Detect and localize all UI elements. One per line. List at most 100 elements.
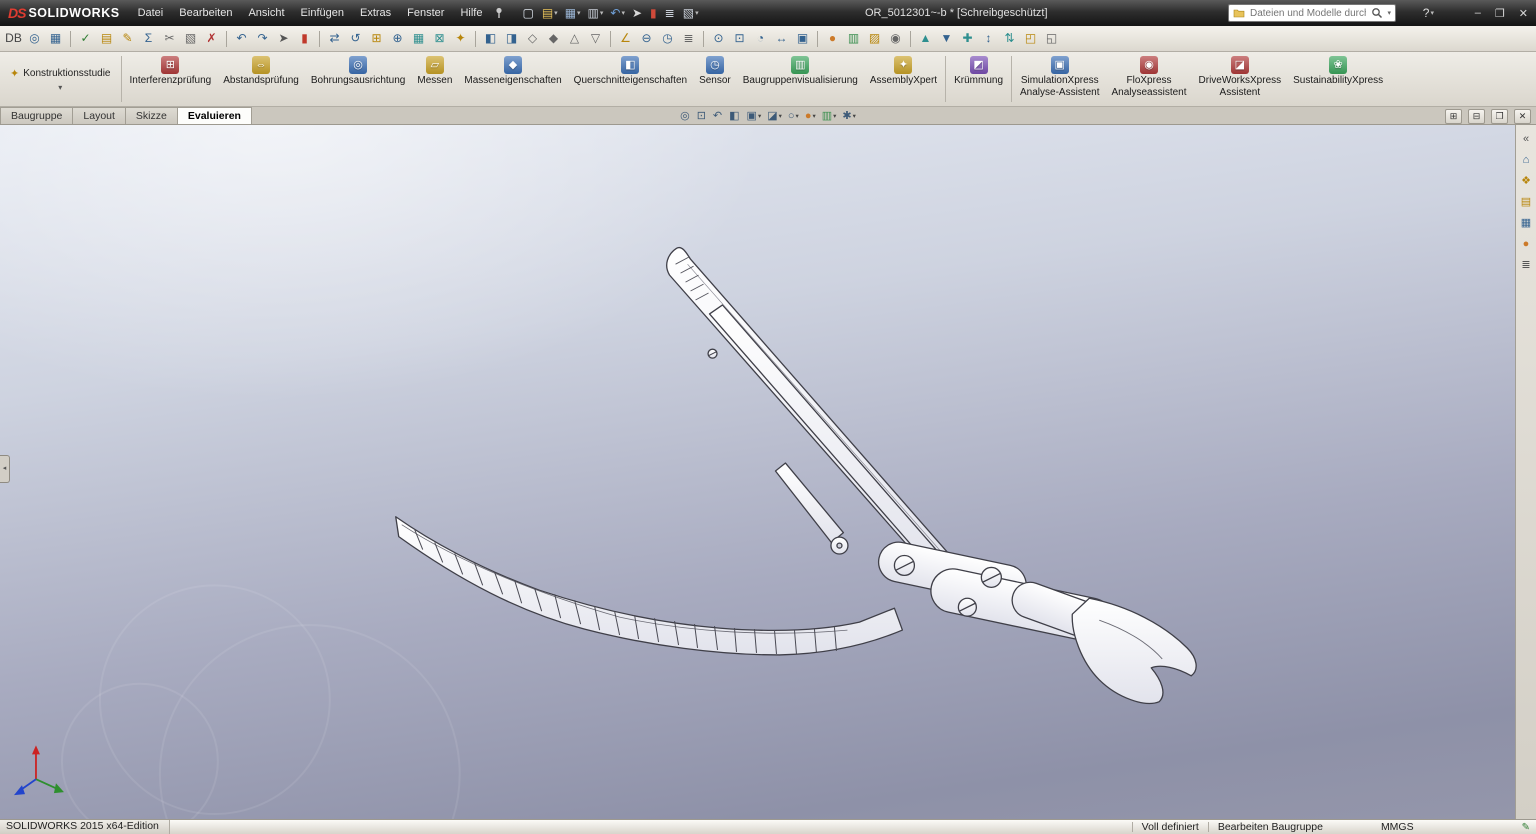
shadows-icon[interactable]: ▽ — [585, 28, 606, 49]
save-all-icon[interactable]: ▦ — [45, 28, 66, 49]
ribbon-sensor[interactable]: ◷ Sensor — [693, 52, 737, 106]
view-palette-icon[interactable]: ▦ — [1518, 215, 1535, 232]
exploded-view-icon[interactable]: ✦ — [450, 28, 471, 49]
tab-skizze[interactable]: Skizze — [126, 107, 178, 124]
design-binder-icon[interactable]: ▤ — [96, 28, 117, 49]
routing-icon[interactable]: ⇅ — [999, 28, 1020, 49]
zoom-icon[interactable]: ◎ — [24, 28, 45, 49]
edit-appearance-icon[interactable]: ●▾ — [805, 110, 816, 122]
tab-layout[interactable]: Layout — [73, 107, 126, 124]
appearances-scenes-icon[interactable]: ● — [1518, 236, 1535, 253]
sensor-icon[interactable]: ◷ — [657, 28, 678, 49]
previous-view-icon[interactable]: ↶ — [713, 109, 723, 122]
standard-views-icon[interactable]: ▣ — [792, 28, 813, 49]
menu-item[interactable]: Ansicht — [240, 0, 292, 26]
pan-icon[interactable]: ↔ — [771, 28, 792, 49]
ribbon-floxpress[interactable]: ◉ FloXpress Analyseassistent — [1105, 52, 1192, 106]
chevron-down-icon[interactable]: ▾ — [58, 83, 62, 92]
select-arrow-icon[interactable]: ➤ — [273, 28, 294, 49]
doc-restore-icon[interactable]: ❐ — [1491, 109, 1508, 124]
apply-scene-icon[interactable]: ▥▾ — [822, 109, 837, 122]
konstruktionsstudie-button[interactable]: ✦ Konstruktionsstudie ▾ — [2, 52, 119, 106]
tab-evaluieren[interactable]: Evaluieren — [178, 107, 252, 124]
options-icon[interactable]: ▧▾ — [681, 3, 701, 23]
search-input[interactable] — [1248, 7, 1368, 20]
undo-icon[interactable]: ↶ — [231, 28, 252, 49]
flow-icon[interactable]: ▼ — [936, 28, 957, 49]
model-3d-view[interactable] — [0, 125, 1515, 819]
front-view-icon[interactable]: ◧ — [480, 28, 501, 49]
file-properties-icon[interactable]: ≣ — [663, 3, 678, 23]
view-settings-icon[interactable]: ✱▾ — [842, 109, 855, 122]
rebuild-icon[interactable]: ▮ — [648, 3, 660, 23]
menu-item[interactable]: Einfügen — [293, 0, 352, 26]
ribbon-simulationxpress[interactable]: ▣ SimulationXpress Analyse-Assistent — [1014, 52, 1105, 106]
rebuild-icon[interactable]: ▮ — [294, 28, 315, 49]
linear-pattern-icon[interactable]: ▦ — [408, 28, 429, 49]
status-units[interactable]: MMGS — [1381, 821, 1414, 833]
smart-fasteners-icon[interactable]: ⊠ — [429, 28, 450, 49]
help-button[interactable]: ? ▾ — [1423, 6, 1434, 20]
ribbon-abstandspruefung[interactable]: ⇔ Abstandsprüfung — [217, 52, 305, 106]
perspective-icon[interactable]: △ — [564, 28, 585, 49]
equations-icon[interactable]: Σ — [138, 28, 159, 49]
ribbon-assemblyxpert[interactable]: ✦ AssemblyXpert — [864, 52, 943, 106]
search-icon[interactable] — [1371, 7, 1383, 19]
panel-collapse-handle[interactable]: ◂ — [0, 455, 10, 483]
weldments-icon[interactable]: ◱ — [1041, 28, 1062, 49]
comment-icon[interactable]: ✎ — [117, 28, 138, 49]
scene-icon[interactable]: ▥ — [843, 28, 864, 49]
menu-item[interactable]: Bearbeiten — [171, 0, 240, 26]
delete-icon[interactable]: ✗ — [201, 28, 222, 49]
rotate-component-icon[interactable]: ↺ — [345, 28, 366, 49]
spellcheck-icon[interactable]: ✓ — [75, 28, 96, 49]
insert-component-icon[interactable]: ⊞ — [366, 28, 387, 49]
statistics-icon[interactable]: ≣ — [678, 28, 699, 49]
undo-icon[interactable]: ↶▾ — [608, 3, 627, 23]
redo-icon[interactable]: ↷ — [252, 28, 273, 49]
design-library-icon[interactable]: ❖ — [1518, 173, 1535, 190]
camera-icon[interactable]: ◉ — [885, 28, 906, 49]
task-pane-collapse-icon[interactable]: « — [1518, 131, 1535, 148]
display-style-icon[interactable]: ◪▾ — [767, 109, 782, 122]
minimize-icon[interactable]: – — [1475, 7, 1481, 19]
sheet-metal-icon[interactable]: ◰ — [1020, 28, 1041, 49]
ribbon-querschnitteigenschaften[interactable]: ◧ Querschnitteigenschaften — [568, 52, 693, 106]
zoom-fit-icon[interactable]: ◎ — [680, 109, 691, 122]
measure-icon[interactable]: ∠ — [615, 28, 636, 49]
zoom-area-icon[interactable]: ⊡ — [729, 28, 750, 49]
db-button[interactable]: DB — [3, 28, 24, 49]
pin-menu-icon[interactable] — [494, 7, 504, 19]
cut-icon[interactable]: ✂ — [159, 28, 180, 49]
tab-baugruppe[interactable]: Baugruppe — [0, 107, 73, 124]
rotate-view-icon[interactable]: ◔ — [750, 28, 771, 49]
ribbon-sustainabilityxpress[interactable]: ❀ SustainabilityXpress — [1287, 52, 1389, 106]
mate-icon[interactable]: ⊕ — [387, 28, 408, 49]
zoom-fit-icon[interactable]: ⊙ — [708, 28, 729, 49]
close-icon[interactable]: ✕ — [1519, 7, 1528, 20]
mass-properties-icon[interactable]: ⊖ — [636, 28, 657, 49]
view-orientation-icon[interactable]: ▣▾ — [747, 109, 762, 122]
copy-icon[interactable]: ▧ — [180, 28, 201, 49]
doc-minimize-icon[interactable]: ⊟ — [1468, 109, 1485, 124]
graphics-area[interactable]: ◂ — [0, 125, 1515, 819]
decal-icon[interactable]: ▨ — [864, 28, 885, 49]
menu-item[interactable]: Datei — [130, 0, 172, 26]
zoom-area-icon[interactable]: ⊡ — [697, 109, 707, 122]
ribbon-masseneigenschaften[interactable]: ◆ Masseneigenschaften — [458, 52, 567, 106]
solidworks-resources-icon[interactable]: ⌂ — [1518, 152, 1535, 169]
hide-show-items-icon[interactable]: ○▾ — [788, 110, 799, 122]
ribbon-kruemmung[interactable]: ◩ Krümmung — [948, 52, 1009, 106]
ribbon-interferenzpruefung[interactable]: ⊞ Interferenzprüfung — [124, 52, 218, 106]
restore-icon[interactable]: ❐ — [1495, 7, 1505, 20]
chevron-down-icon[interactable]: ▾ — [1387, 9, 1391, 17]
ribbon-baugruppenvisualisierung[interactable]: ▥ Baugruppenvisualisierung — [737, 52, 864, 106]
ribbon-driveworksxpress[interactable]: ◪ DriveWorksXpress Assistent — [1193, 52, 1288, 106]
section-view-icon[interactable]: ◨ — [501, 28, 522, 49]
motion-icon[interactable]: ↕ — [978, 28, 999, 49]
menu-item[interactable]: Extras — [352, 0, 399, 26]
menu-item[interactable]: Hilfe — [452, 0, 490, 26]
select-icon[interactable]: ➤ — [630, 3, 645, 23]
move-component-icon[interactable]: ⇄ — [324, 28, 345, 49]
wireframe-icon[interactable]: ◇ — [522, 28, 543, 49]
